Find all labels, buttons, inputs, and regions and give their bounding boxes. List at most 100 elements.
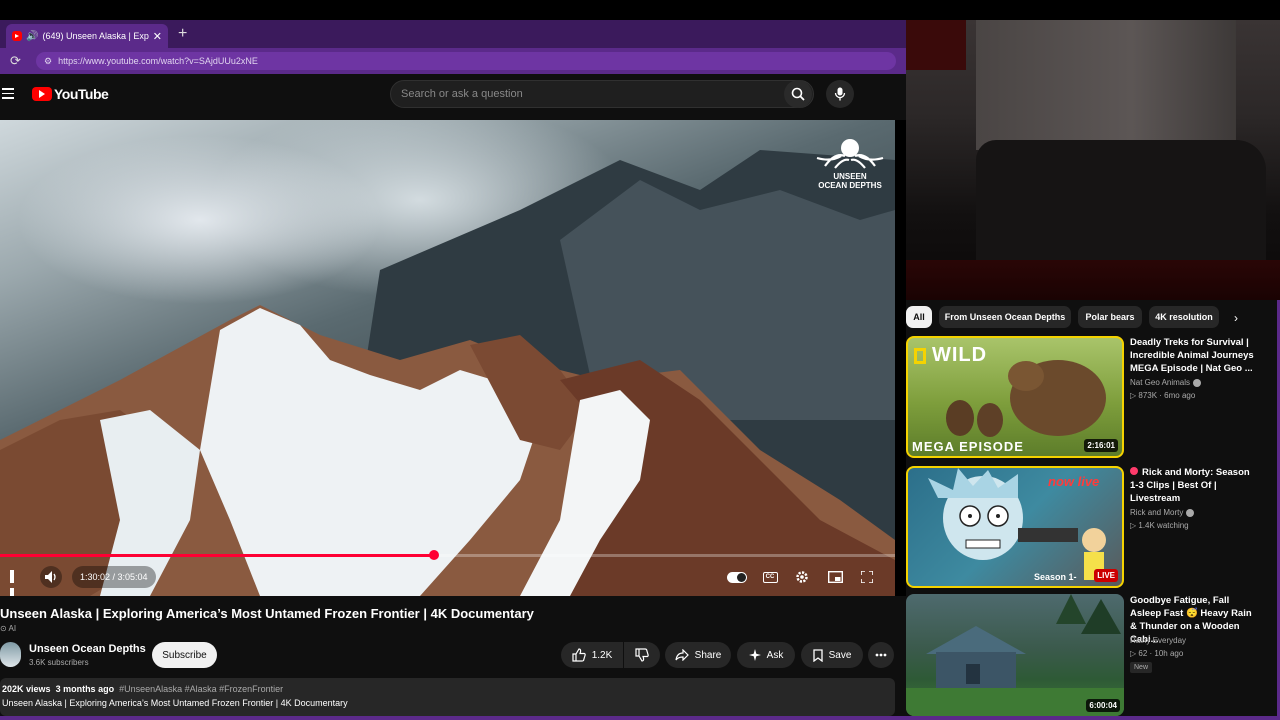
search-input[interactable]: Search or ask a question <box>390 80 814 108</box>
video-frame-mountains <box>0 150 895 596</box>
speaker-icon[interactable]: 🔊 <box>26 31 38 42</box>
like-button[interactable]: 1.2K <box>561 642 623 668</box>
browser-tab-strip: 🔊 (649) Unseen Alaska | Exploring ✕ + <box>0 20 906 48</box>
description-meta: 202K views 3 months ago #UnseenAlaska #A… <box>2 684 893 694</box>
recommendation-meta: ▷ 873K · 6mo ago <box>1130 391 1196 400</box>
volume-icon <box>44 571 56 583</box>
channel-name[interactable]: Unseen Ocean Depths <box>29 643 146 655</box>
search-button[interactable] <box>784 80 812 108</box>
recommendation-channel[interactable]: Rainy Everyday <box>1130 636 1186 645</box>
share-button[interactable]: Share <box>665 642 731 668</box>
gear-icon <box>796 571 808 583</box>
youtube-play-icon <box>32 87 52 101</box>
recommendation-title[interactable]: Rick and Morty: Season 1-3 Clips | Best … <box>1130 466 1260 505</box>
verified-icon <box>1186 508 1195 517</box>
hamburger-menu-icon[interactable] <box>2 88 14 99</box>
chip-4k-resolution[interactable]: 4K resolution <box>1149 306 1219 328</box>
like-count: 1.2K <box>591 649 613 661</box>
close-tab-icon[interactable]: ✕ <box>153 30 162 43</box>
youtube-logo[interactable]: YouTube <box>32 86 109 102</box>
search-icon <box>791 87 805 101</box>
ai-label-text: AI <box>8 624 17 633</box>
video-player[interactable]: UNSEEN OCEAN DEPTHS 1:30:02 / 3:05:04 CC <box>0 120 895 596</box>
meta-text: 1.4K watching <box>1138 521 1189 530</box>
view-count: 202K views <box>2 684 51 694</box>
thumbnail-natgeo[interactable]: WILD MEGA EPISODE 2:16:01 <box>906 336 1124 458</box>
thumbnail-rick-and-morty[interactable]: now live Season 1- LIVE <box>906 466 1124 588</box>
thumbnail-rain-cabin[interactable]: 6:00:04 <box>906 594 1124 716</box>
hashtags[interactable]: #UnseenAlaska #Alaska #FrozenFrontier <box>119 684 283 694</box>
recommendation-meta: ▷ 62 · 10h ago <box>1130 649 1184 658</box>
subtitles-button[interactable]: CC <box>760 567 780 587</box>
pause-button[interactable] <box>10 570 22 596</box>
channel-avatar[interactable] <box>0 642 21 667</box>
description-box[interactable]: 202K views 3 months ago #UnseenAlaska #A… <box>0 678 895 716</box>
voice-search-button[interactable] <box>826 80 854 108</box>
recommendation-item[interactable]: WILD MEGA EPISODE 2:16:01 Deadly Treks f… <box>906 336 1280 460</box>
recommendation-item[interactable]: now live Season 1- LIVE Rick and Morty: … <box>906 466 1280 590</box>
share-icon <box>675 649 689 661</box>
recommendations-sidebar: All From Unseen Ocean Depths Polar bears… <box>906 300 1280 720</box>
save-button[interactable]: Save <box>801 642 863 668</box>
cabin-illustration <box>906 594 1124 716</box>
site-info-icon[interactable]: ⚙ <box>44 56 52 67</box>
chip-polar-bears[interactable]: Polar bears <box>1078 306 1142 328</box>
tab-title: (649) Unseen Alaska | Exploring <box>42 31 149 41</box>
ai-label: ⊙ AI <box>0 624 17 633</box>
new-tab-button[interactable]: + <box>178 25 187 43</box>
chevron-right-icon[interactable]: › <box>1234 311 1238 325</box>
subscribe-button[interactable]: Subscribe <box>152 642 217 668</box>
live-badge: LIVE <box>1094 569 1118 582</box>
miniplayer-icon <box>827 571 843 583</box>
address-bar-row: ⟳ ⚙ https://www.youtube.com/watch?v=SAjd… <box>0 48 906 74</box>
autoplay-toggle[interactable] <box>727 567 747 587</box>
new-badge: New <box>1130 662 1153 673</box>
recommendation-item[interactable]: 6:00:04 Goodbye Fatigue, Fall Asleep Fas… <box>906 594 1280 718</box>
miniplayer-button[interactable] <box>825 567 845 587</box>
chip-all[interactable]: All <box>906 306 932 328</box>
webcam-flag <box>906 20 966 70</box>
recommendation-title[interactable]: Deadly Treks for Survival | Incredible A… <box>1130 336 1260 375</box>
video-title: Unseen Alaska | Exploring America’s Most… <box>0 606 534 621</box>
recommendation-channel[interactable]: Nat Geo Animals <box>1130 378 1202 387</box>
thumb-season-text: Season 1- <box>1034 572 1077 582</box>
more-dots-icon <box>875 653 887 657</box>
ask-button[interactable]: Ask <box>737 642 795 668</box>
fullscreen-icon <box>861 571 873 583</box>
time-display: 1:30:02 / 3:05:04 <box>72 566 156 588</box>
youtube-logo-text: YouTube <box>54 86 109 102</box>
watermark-line1: UNSEEN <box>833 172 867 181</box>
verified-icon <box>1193 378 1202 387</box>
share-label: Share <box>694 649 722 661</box>
thumbs-up-icon <box>572 648 586 662</box>
player-controls: 1:30:02 / 3:05:04 CC <box>0 564 895 596</box>
channel-name-text: Rick and Morty <box>1130 508 1184 517</box>
chip-from-channel[interactable]: From Unseen Ocean Depths <box>939 306 1071 328</box>
live-dot-icon <box>1130 467 1138 475</box>
screen-top-bar <box>0 0 1280 20</box>
recommendation-title-text: Rick and Morty: Season 1-3 Clips | Best … <box>1130 467 1250 504</box>
watermark-line2: OCEAN DEPTHS <box>818 181 882 190</box>
progress-scrubber-handle[interactable] <box>429 550 440 560</box>
subscriber-count: 3.6K subscribers <box>29 658 89 667</box>
recommendation-channel[interactable]: Rick and Morty <box>1130 508 1195 517</box>
volume-button[interactable] <box>40 566 62 588</box>
microphone-icon <box>834 87 846 101</box>
reload-icon[interactable]: ⟳ <box>10 53 26 69</box>
recommendation-meta: ▷ 1.4K watching <box>1130 521 1189 530</box>
progress-fill <box>0 554 435 557</box>
ask-label: Ask <box>766 649 784 661</box>
more-actions-button[interactable] <box>868 642 894 668</box>
dislike-button[interactable] <box>624 642 660 668</box>
progress-bar[interactable] <box>0 550 895 560</box>
url-field[interactable]: ⚙ https://www.youtube.com/watch?v=SAjdUU… <box>36 52 896 70</box>
browser-tab[interactable]: 🔊 (649) Unseen Alaska | Exploring ✕ <box>6 24 168 48</box>
captions-icon: CC <box>762 571 778 583</box>
webcam-overlay <box>906 20 1280 300</box>
settings-button[interactable] <box>792 567 812 587</box>
fullscreen-button[interactable] <box>857 567 877 587</box>
octopus-logo-icon <box>816 139 884 169</box>
channel-watermark: UNSEEN OCEAN DEPTHS <box>815 136 885 190</box>
youtube-favicon-icon <box>12 31 22 41</box>
description-text: Unseen Alaska | Exploring America’s Most… <box>2 698 348 708</box>
